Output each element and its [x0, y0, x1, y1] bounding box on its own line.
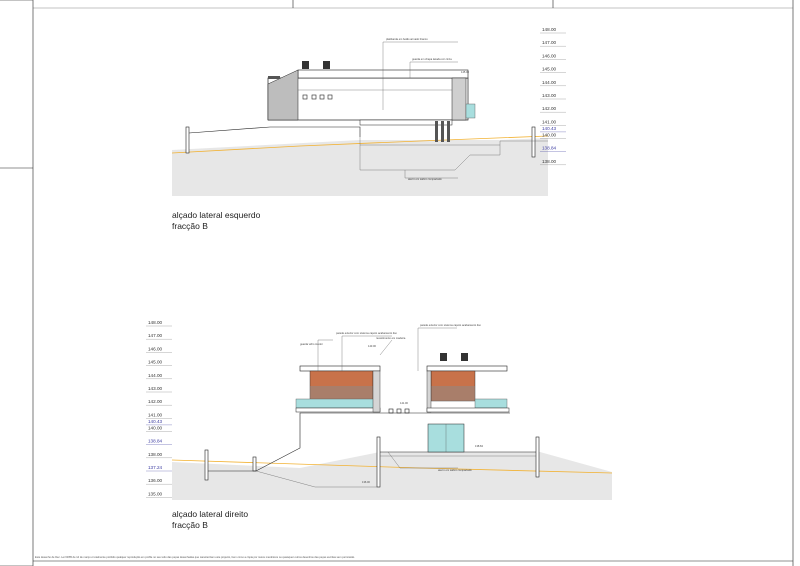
level-label: 143.00	[148, 386, 162, 391]
elevation-left-drawing: platibanda em betão armado branco guarda…	[171, 37, 549, 196]
level-label: 142.00	[542, 106, 556, 111]
level-label: 141.00	[542, 119, 556, 124]
elevation-right-drawing: guarda vidro incolor parede exterior com…	[171, 323, 613, 500]
level-label: 138.00	[148, 452, 162, 457]
footer-legal-note: Este desenho de Dec. Lei 63/85 de 14 de …	[35, 555, 355, 559]
level-label: 140.00	[148, 425, 162, 430]
level-label: 141.00	[148, 412, 162, 417]
caption-right-title: alçado lateral direito	[172, 509, 248, 519]
level-label: 140.43	[148, 419, 162, 424]
note-left-block: guarda vidro incolor	[300, 342, 323, 346]
level-label: 147.00	[542, 40, 556, 45]
level-label: 138.00	[542, 159, 556, 164]
level-label: 147.00	[148, 333, 162, 338]
level-label: 138.84	[542, 146, 556, 151]
level-label: 145.00	[542, 67, 556, 72]
level-label: 145.00	[148, 360, 162, 365]
caption-left-subtitle: fracção B	[172, 221, 208, 231]
level-label: 148.00	[148, 320, 162, 325]
note-right: parede exterior com sistema capoto acaba…	[420, 323, 481, 327]
drawing-sheet: platibanda em betão armado branco guarda…	[0, 0, 794, 566]
level-label: 140.00	[542, 132, 556, 137]
level-label: 143.00	[542, 93, 556, 98]
note-roof-finish: platibanda em betão armado branco	[386, 37, 428, 41]
level-label: 144.00	[542, 80, 556, 85]
note-center-b: revestimento em madeira	[376, 336, 406, 340]
level-label: 142.00	[148, 399, 162, 404]
level-label: 146.00	[148, 346, 162, 351]
level-label: 138.84	[148, 439, 162, 444]
ground-fill	[172, 452, 612, 500]
caption-left-title: alçado lateral esquerdo	[172, 210, 261, 220]
note-fill: aterro em saibro compactado	[408, 177, 442, 181]
level-label: 146.00	[542, 53, 556, 58]
elev-mark-d: 136.00	[362, 480, 370, 484]
level-label: 140.43	[542, 126, 556, 131]
note-fill: aterro em saibro compactado	[438, 468, 472, 472]
note-center-a: parede exterior com sistema capoto acaba…	[336, 331, 397, 335]
elev-mark: 145.00	[461, 70, 469, 74]
elev-mark-b: 141.00	[400, 401, 408, 405]
level-label: 148.00	[542, 27, 556, 32]
elev-mark-a: 143.00	[368, 344, 376, 348]
level-label: 137.24	[148, 465, 162, 470]
level-label: 144.00	[148, 373, 162, 378]
caption-right-subtitle: fracção B	[172, 520, 208, 530]
elev-mark-c: 138.84	[475, 444, 483, 448]
level-label: 135.00	[148, 491, 162, 496]
note-guard: guarda em chapa lacada cor cinza	[412, 57, 452, 61]
level-label: 136.00	[148, 478, 162, 483]
level-scale-right: 148.00 147.00 146.00 145.00 144.00 143.00 142.…	[146, 320, 172, 498]
